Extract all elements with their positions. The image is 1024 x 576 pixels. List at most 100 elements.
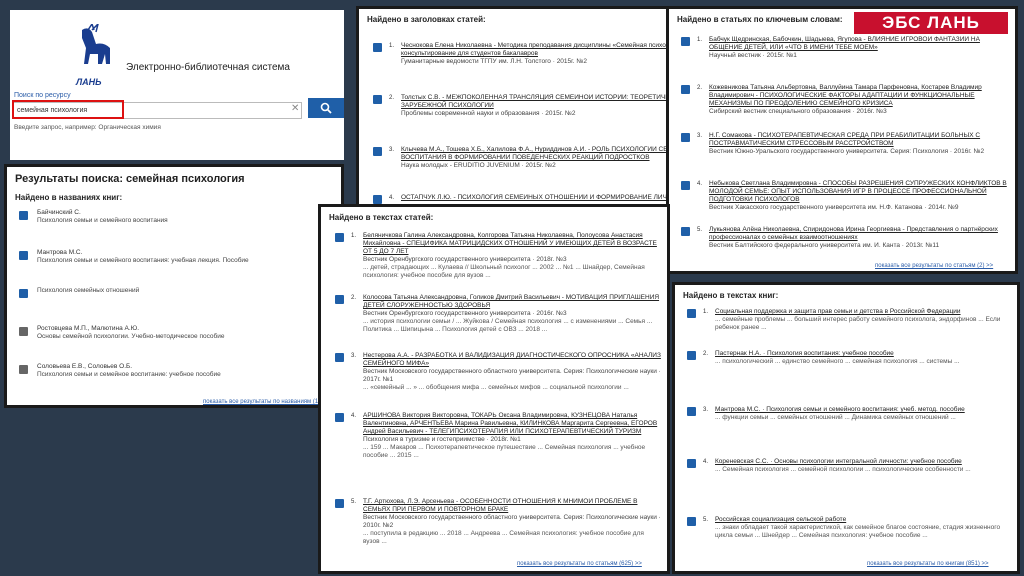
result-title[interactable]: Основы семейной психологии. Учебно-метод…	[37, 333, 333, 341]
keyword-item-title[interactable]: Небыкова Светлана Владимировна - СПОСОБЫ…	[709, 180, 1009, 204]
keyword-item[interactable]: Бабчук Щедринская, Бабочкин, Шадыева, Яг…	[709, 36, 1009, 60]
result-title[interactable]: Психология семьи и семейного воспитания	[37, 217, 333, 225]
list-checkbox[interactable]	[373, 43, 382, 52]
show-more-articles-link[interactable]: показать все результаты по статьям (625)…	[517, 561, 642, 567]
book-text-item[interactable]: Социальная поддержка и защита прав семьи…	[715, 308, 1011, 332]
result-checkbox[interactable]	[19, 251, 28, 260]
list-checkbox[interactable]	[335, 233, 344, 242]
list-number: 4.	[351, 413, 357, 419]
book-text-item-title[interactable]: Российская социализация сельской работе	[715, 516, 1011, 524]
result-checkbox[interactable]	[19, 211, 28, 220]
keyword-item[interactable]: Небыкова Светлана Владимировна - СПОСОБЫ…	[709, 180, 1009, 212]
book-text-item-title[interactable]: Пастернак Н.А. · Психология воспитания: …	[715, 350, 1011, 358]
list-checkbox[interactable]	[335, 295, 344, 304]
show-more-book-texts-link[interactable]: показать все результаты по книгам (851) …	[867, 561, 989, 567]
article-item-source: Вестник Московского государственного обл…	[363, 514, 661, 529]
article-item[interactable]: Колосова Татьяна Александровна, Голиков …	[363, 294, 661, 334]
list-checkbox[interactable]	[335, 353, 344, 362]
book-text-item-snippet: ... семейные проблемы ... больший интере…	[715, 316, 1001, 331]
list-number: 4.	[389, 195, 395, 201]
article-item-title[interactable]: Т.Г. Артюхова, Л.Э. Арсеньева - ОСОБЕННО…	[363, 498, 661, 514]
list-checkbox[interactable]	[335, 499, 344, 508]
result-author[interactable]: Байчинский С.	[37, 209, 333, 217]
keyword-item-source: Вестник Южно-Уральского государственного…	[709, 148, 985, 155]
list-number: 1.	[389, 43, 395, 49]
keyword-item-source: Научный вестник · 2015г. №1	[709, 52, 797, 59]
list-checkbox[interactable]	[687, 459, 696, 468]
list-checkbox[interactable]	[687, 351, 696, 360]
results-panel: Результаты поиска: семейная психология Н…	[4, 164, 344, 408]
search-highlight	[12, 100, 124, 119]
keyword-item-title[interactable]: Бабчук Щедринская, Бабочкин, Шадыева, Яг…	[709, 36, 1009, 52]
article-item-source: Психология в туризме и гостеприимстве · …	[363, 436, 521, 443]
list-checkbox[interactable]	[681, 133, 690, 142]
result-author[interactable]: Ростовцева М.П., Малютина А.Ю.	[37, 325, 333, 333]
article-item[interactable]: АРШИНОВА Виктория Викторовна, ТОКАРЬ Окс…	[363, 412, 661, 460]
book-text-item-title[interactable]: Мантрова М.С. · Психология семьи и семей…	[715, 406, 1011, 414]
result-title[interactable]: Психология семейных отношений	[37, 287, 333, 295]
result-title[interactable]: Психология семьи и семейного воспитания:…	[37, 257, 333, 265]
result-author[interactable]: Мантрова М.С.	[37, 249, 333, 257]
result-item[interactable]: Мантрова М.С. Психология семьи и семейног…	[37, 249, 333, 265]
article-item-title[interactable]: Колосова Татьяна Александровна, Голиков …	[363, 294, 661, 310]
article-item-snippet: ... детей, страдающих ... Кулаева // Шко…	[363, 264, 645, 279]
book-text-item[interactable]: Мантрова М.С. · Психология семьи и семей…	[715, 406, 1011, 422]
result-item[interactable]: Ростовцева М.П., Малютина А.Ю. Основы сем…	[37, 325, 333, 341]
article-item-source: Вестник Московского государственного обл…	[363, 368, 661, 383]
book-text-item[interactable]: Пастернак Н.А. · Психология воспитания: …	[715, 350, 1011, 366]
result-author[interactable]: Соловьева Е.В., Соловьев О.Б.	[37, 363, 333, 371]
keyword-item-title[interactable]: Лукьянова Алёна Николаевна, Спиридонова …	[709, 226, 1009, 242]
result-item[interactable]: Соловьева Е.В., Соловьев О.Б. Психология …	[37, 363, 333, 379]
keyword-item-source: Вестник Балтийского федерального универс…	[709, 242, 940, 249]
lan-logo-icon	[82, 24, 110, 64]
show-more-books-link[interactable]: показать все результаты по названиям (1)…	[203, 399, 329, 405]
system-title: Электронно-библиотечная система	[126, 62, 290, 73]
list-checkbox[interactable]	[687, 309, 696, 318]
list-checkbox[interactable]	[373, 95, 382, 104]
list-checkbox[interactable]	[687, 517, 696, 526]
article-item-snippet: ... 159 ... Макаров ... Психотерапевтиче…	[363, 444, 646, 459]
article-item[interactable]: Нестерова А.А. - РАЗРАБОТКА И ВАЛИДИЗАЦИ…	[363, 352, 661, 392]
article-item[interactable]: Беляничкова Галина Александровна, Колгор…	[363, 232, 661, 280]
result-item[interactable]: Байчинский С. Психология семьи и семейног…	[37, 209, 333, 225]
list-checkbox[interactable]	[681, 85, 690, 94]
list-number: 1.	[697, 37, 703, 43]
list-number: 5.	[697, 227, 703, 233]
list-checkbox[interactable]	[681, 37, 690, 46]
article-item-title[interactable]: Беляничкова Галина Александровна, Колгор…	[363, 232, 661, 256]
keyword-item[interactable]: Лукьянова Алёна Николаевна, Спиридонова …	[709, 226, 1009, 250]
search-icon	[320, 102, 332, 114]
book-text-item-title[interactable]: Социальная поддержка и защита прав семьи…	[715, 308, 1011, 316]
article-item[interactable]: Т.Г. Артюхова, Л.Э. Арсеньева - ОСОБЕННО…	[363, 498, 661, 546]
list-checkbox[interactable]	[681, 181, 690, 190]
keyword-item[interactable]: Н.Г. Сомакова - ПСИХОТЕРАПЕВТИЧЕСКАЯ СРЕ…	[709, 132, 1009, 156]
article-item-title[interactable]: Нестерова А.А. - РАЗРАБОТКА И ВАЛИДИЗАЦИ…	[363, 352, 661, 368]
search-button[interactable]	[308, 98, 344, 118]
list-number: 1.	[351, 233, 357, 239]
books-header: Найдено в названиях книг:	[15, 193, 123, 202]
keyword-item[interactable]: Кожевникова Татьяна Альбертовна, Валлуйи…	[709, 84, 1009, 116]
result-checkbox[interactable]	[19, 327, 28, 336]
list-checkbox[interactable]	[373, 195, 382, 204]
article-item-title[interactable]: АРШИНОВА Виктория Викторовна, ТОКАРЬ Окс…	[363, 412, 661, 436]
book-text-item[interactable]: Кореневская С.С. · Основы психологии инт…	[715, 458, 1011, 474]
list-number: 5.	[351, 499, 357, 505]
list-checkbox[interactable]	[687, 407, 696, 416]
keyword-item-title[interactable]: Н.Г. Сомакова - ПСИХОТЕРАПЕВТИЧЕСКАЯ СРЕ…	[709, 132, 1009, 148]
book-text-item-snippet: ... знаки обладает такой характеристикой…	[715, 524, 1001, 539]
article-item-snippet: ... история психологии семьи / ... Жуйко…	[363, 318, 653, 333]
result-checkbox[interactable]	[19, 289, 28, 298]
result-checkbox[interactable]	[19, 365, 28, 374]
list-checkbox[interactable]	[373, 147, 382, 156]
book-text-item-title[interactable]: Кореневская С.С. · Основы психологии инт…	[715, 458, 1011, 466]
list-checkbox[interactable]	[335, 413, 344, 422]
result-item[interactable]: Психология семейных отношений	[37, 287, 333, 295]
list-checkbox[interactable]	[681, 227, 690, 236]
article-item-source: Вестник Оренбургского государственного у…	[363, 310, 567, 317]
result-title[interactable]: Психология семьи и семейное воспитание: …	[37, 371, 333, 379]
keyword-item-source: Вестник Хакасского государственного унив…	[709, 204, 959, 211]
clear-icon[interactable]: ✕	[291, 103, 299, 114]
book-text-item[interactable]: Российская социализация сельской работе.…	[715, 516, 1011, 540]
show-more-keywords-link[interactable]: показать все результаты по статьям (2) >…	[875, 263, 993, 269]
keyword-item-title[interactable]: Кожевникова Татьяна Альбертовна, Валлуйи…	[709, 84, 1009, 108]
